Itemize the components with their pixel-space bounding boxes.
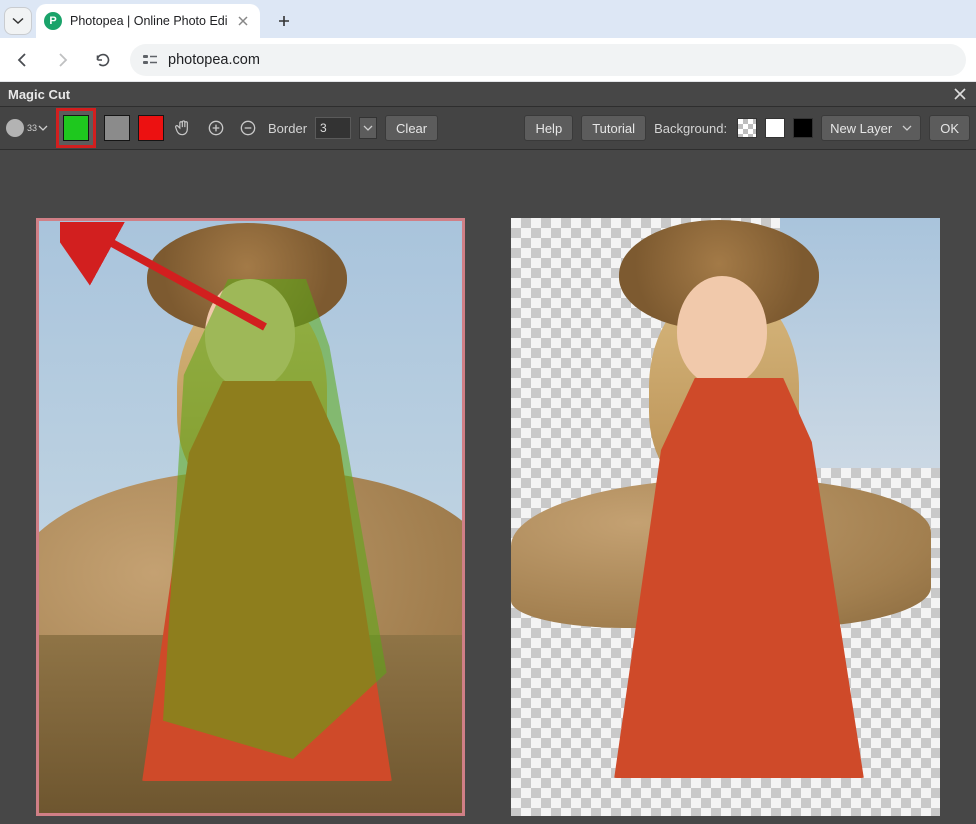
dialog-title: Magic Cut [8, 87, 70, 102]
dialog-titlebar: Magic Cut [0, 82, 976, 106]
browser-toolbar: photopea.com [0, 38, 976, 82]
hand-tool-button[interactable] [172, 116, 196, 140]
ok-label: OK [940, 121, 959, 136]
dialog-close-button[interactable] [952, 86, 968, 102]
tab-strip: P Photopea | Online Photo Edi [0, 0, 976, 38]
background-option-black[interactable] [793, 118, 813, 138]
ok-button[interactable]: OK [929, 115, 970, 141]
plus-icon [277, 14, 291, 28]
tutorial-label: Tutorial [592, 121, 635, 136]
background-option-transparent[interactable] [737, 118, 757, 138]
zoom-in-icon [206, 118, 226, 138]
green-swatch-inner [63, 115, 89, 141]
brush-size-control[interactable]: 33 [6, 119, 48, 137]
address-bar[interactable]: photopea.com [130, 44, 966, 76]
zoom-out-button[interactable] [236, 116, 260, 140]
tab-title: Photopea | Online Photo Edi [70, 14, 228, 28]
hand-icon [174, 118, 194, 138]
zoom-in-button[interactable] [204, 116, 228, 140]
border-input[interactable] [315, 117, 351, 139]
nav-forward-button[interactable] [50, 47, 76, 73]
red-swatch[interactable] [138, 115, 164, 141]
clear-label: Clear [396, 121, 427, 136]
chevron-down-icon [902, 123, 912, 133]
tutorial-button[interactable]: Tutorial [581, 115, 646, 141]
browser-tab[interactable]: P Photopea | Online Photo Edi [36, 4, 260, 38]
nav-reload-button[interactable] [90, 47, 116, 73]
background-label: Background: [654, 121, 727, 136]
favicon: P [44, 12, 62, 30]
zoom-out-icon [238, 118, 258, 138]
canvas-row [0, 150, 976, 824]
close-icon[interactable] [236, 14, 250, 28]
url-text: photopea.com [168, 52, 260, 68]
tab-search-button[interactable] [4, 7, 32, 35]
arrow-right-icon [54, 51, 72, 69]
result-mode-value: New Layer [830, 121, 892, 136]
clear-button[interactable]: Clear [385, 115, 438, 141]
help-button[interactable]: Help [524, 115, 573, 141]
result-panel[interactable] [511, 218, 940, 816]
browser-chrome: P Photopea | Online Photo Edi photopea.c… [0, 0, 976, 82]
result-scene [511, 218, 940, 816]
chevron-down-icon [363, 123, 373, 133]
brush-size-value: 33 [27, 124, 37, 133]
foreground-green-swatch[interactable] [56, 108, 96, 148]
nav-back-button[interactable] [10, 47, 36, 73]
gray-swatch[interactable] [104, 115, 130, 141]
chevron-down-icon [12, 15, 24, 27]
site-controls-icon[interactable] [142, 53, 158, 67]
new-tab-button[interactable] [270, 7, 298, 35]
source-scene [39, 221, 462, 813]
close-icon [953, 87, 967, 101]
app-area: Magic Cut 33 Border [0, 82, 976, 824]
reload-icon [94, 51, 112, 69]
border-dropdown-button[interactable] [359, 117, 377, 139]
brush-preview-icon [6, 119, 24, 137]
source-panel[interactable] [36, 218, 465, 816]
border-label: Border [268, 121, 307, 136]
help-label: Help [535, 121, 562, 136]
arrow-left-icon [14, 51, 32, 69]
chevron-down-icon [38, 123, 48, 133]
magic-cut-toolbar: 33 Border Clear Help Tu [0, 106, 976, 150]
background-option-white[interactable] [765, 118, 785, 138]
result-mode-select[interactable]: New Layer [821, 115, 921, 141]
favicon-letter: P [49, 15, 56, 27]
